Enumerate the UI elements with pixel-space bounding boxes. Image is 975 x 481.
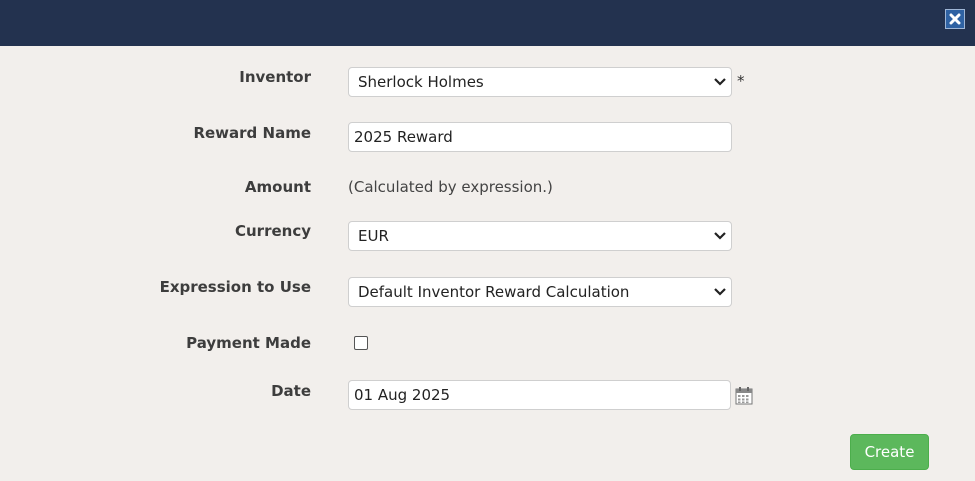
expression-select-value: Default Inventor Reward Calculation [358,283,630,301]
inventor-select[interactable]: Sherlock Holmes [348,67,732,97]
currency-label: Currency [234,222,311,240]
inventor-label: Inventor [239,68,311,86]
date-label: Date [271,382,311,400]
chevron-down-icon [714,288,726,296]
close-icon [949,13,961,25]
payment-made-label: Payment Made [186,334,311,352]
expression-label: Expression to Use [159,278,311,296]
inventor-select-value: Sherlock Holmes [358,73,484,91]
close-button[interactable] [945,9,965,29]
reward-name-input[interactable]: 2025 Reward [348,122,732,152]
calendar-icon[interactable] [735,386,753,405]
date-input[interactable]: 01 Aug 2025 [348,380,731,410]
required-marker: * [737,72,745,90]
chevron-down-icon [714,232,726,240]
amount-label: Amount [244,178,311,196]
create-button[interactable]: Create [850,434,929,470]
currency-select-value: EUR [358,227,389,245]
reward-name-label: Reward Name [193,124,311,142]
amount-value: (Calculated by expression.) [348,178,553,196]
reward-name-value: 2025 Reward [354,128,453,146]
dialog-title-bar [0,0,975,46]
chevron-down-icon [714,78,726,86]
date-value: 01 Aug 2025 [354,386,451,404]
expression-select[interactable]: Default Inventor Reward Calculation [348,277,732,307]
currency-select[interactable]: EUR [348,221,732,251]
payment-made-checkbox[interactable] [354,336,368,350]
